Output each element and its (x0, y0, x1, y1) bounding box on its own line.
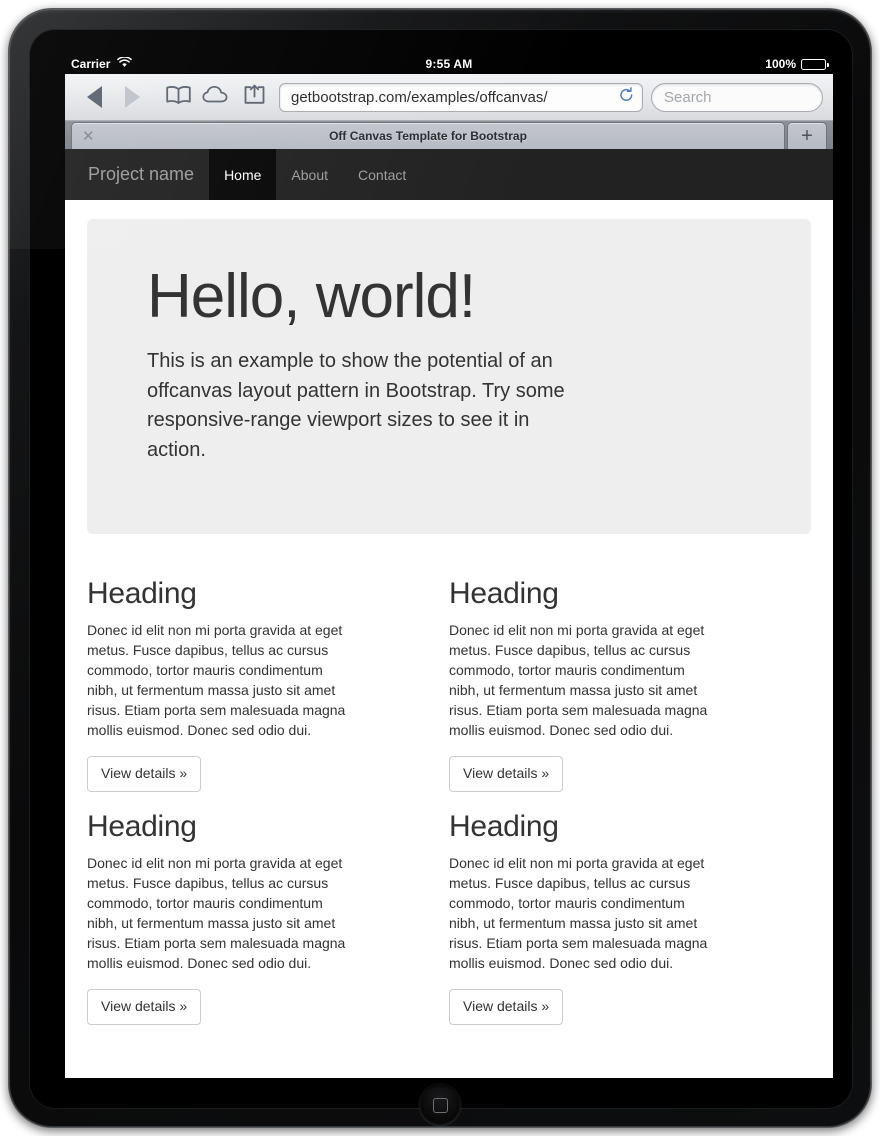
feature-column: Heading Donec id elit non mi porta gravi… (449, 810, 811, 1025)
view-details-button[interactable]: View details » (449, 756, 564, 792)
rounded-square-icon (432, 1097, 448, 1113)
icloud-tabs-button[interactable] (197, 80, 235, 114)
feature-heading: Heading (87, 809, 197, 843)
page-content: Hello, world! This is an example to show… (65, 219, 833, 1043)
view-details-button[interactable]: View details » (449, 989, 564, 1025)
view-details-button[interactable]: View details » (87, 989, 202, 1025)
search-placeholder: Search (664, 88, 712, 106)
search-input[interactable]: Search (651, 82, 823, 112)
jumbotron-title: Hello, world! (147, 262, 476, 331)
cloud-icon (202, 85, 230, 109)
nav-item-contact[interactable]: Contact (343, 149, 421, 200)
device-screen: Carrier 9:55 AM 100% getbootstrap.com/ex… (65, 54, 833, 1078)
tablet-device-frame: Carrier 9:55 AM 100% getbootstrap.com/ex… (8, 8, 873, 1128)
ios-status-bar: Carrier 9:55 AM 100% (65, 54, 833, 74)
new-tab-button[interactable]: + (787, 122, 827, 149)
feature-column: Heading Donec id elit non mi porta gravi… (87, 577, 449, 792)
share-button[interactable] (235, 80, 273, 114)
status-bar-clock: 9:55 AM (65, 54, 833, 74)
forward-button[interactable] (113, 80, 151, 114)
feature-grid: Heading Donec id elit non mi porta gravi… (87, 577, 811, 1043)
navigation-arrows (75, 80, 151, 114)
feature-column: Heading Donec id elit non mi porta gravi… (449, 577, 811, 792)
feature-heading: Heading (449, 809, 559, 843)
feature-text: Donec id elit non mi porta gravida at eg… (87, 622, 346, 739)
feature-text: Donec id elit non mi porta gravida at eg… (449, 622, 708, 739)
navbar-brand[interactable]: Project name (65, 149, 209, 200)
nav-item-about[interactable]: About (276, 149, 343, 200)
clock-label: 9:55 AM (425, 57, 473, 71)
jumbotron: Hello, world! This is an example to show… (87, 219, 811, 534)
forward-arrow-icon (124, 86, 140, 108)
back-button[interactable] (75, 80, 113, 114)
battery-full-icon (801, 58, 829, 70)
status-bar-right: 100% (765, 54, 829, 74)
address-bar[interactable]: getbootstrap.com/examples/offcanvas/ (279, 82, 643, 112)
feature-heading: Heading (449, 577, 559, 610)
view-details-button[interactable]: View details » (87, 756, 202, 792)
feature-heading: Heading (87, 577, 197, 610)
back-arrow-icon (86, 86, 102, 108)
nav-item-home[interactable]: Home (209, 149, 277, 200)
browser-tab-bar: ✕ Off Canvas Template for Bootstrap + (65, 121, 833, 149)
site-navbar: Project name Home About Contact (65, 149, 833, 200)
url-text: getbootstrap.com/examples/offcanvas/ (291, 88, 548, 106)
browser-tab[interactable]: ✕ Off Canvas Template for Bootstrap (71, 122, 785, 149)
reload-icon[interactable] (619, 86, 634, 108)
close-icon[interactable]: ✕ (82, 129, 95, 144)
book-icon (165, 85, 192, 110)
feature-text: Donec id elit non mi porta gravida at eg… (449, 854, 708, 972)
feature-text: Donec id elit non mi porta gravida at eg… (87, 854, 346, 972)
plus-icon: + (801, 125, 813, 147)
browser-toolbar: getbootstrap.com/examples/offcanvas/ Sea… (65, 74, 833, 121)
feature-column: Heading Donec id elit non mi porta gravi… (87, 810, 449, 1025)
bookmarks-button[interactable] (159, 80, 197, 114)
web-page-viewport: Project name Home About Contact Hello, w… (65, 149, 833, 1050)
tab-title: Off Canvas Template for Bootstrap (329, 129, 527, 143)
jumbotron-text: This is an example to show the potential… (147, 349, 565, 461)
home-button[interactable] (419, 1084, 461, 1126)
share-icon (243, 84, 266, 110)
battery-percent-label: 100% (765, 57, 796, 71)
